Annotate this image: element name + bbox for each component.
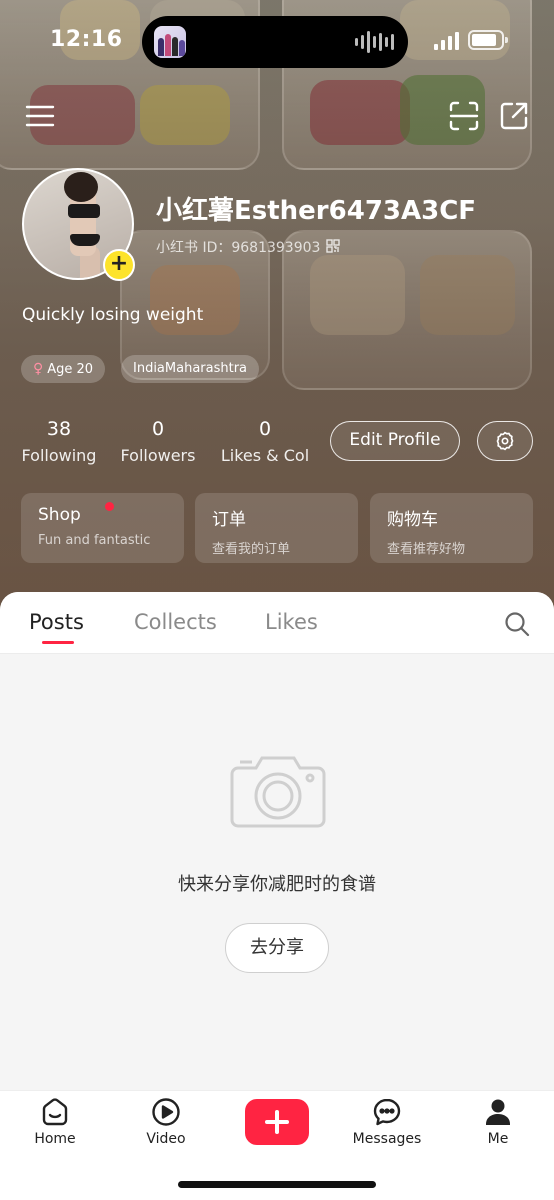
stat-likes-collects[interactable]: 0 Likes & Col	[215, 418, 315, 465]
stat-followers[interactable]: 0 Followers	[113, 418, 203, 465]
age-tag: ♀ Age 20	[21, 355, 106, 383]
stat-following-value: 38	[46, 418, 72, 440]
empty-state-message: 快来分享你减肥时的食谱	[178, 874, 376, 895]
profile-user-id: 小红书 ID：9681393903	[156, 240, 321, 256]
share-icon[interactable]	[498, 100, 530, 132]
cart-card[interactable]: 购物车 查看推荐好物	[370, 493, 533, 563]
stat-following-label: Following	[21, 446, 97, 465]
go-share-button[interactable]: 去分享	[225, 923, 329, 973]
home-icon	[42, 1098, 68, 1126]
female-icon: ♀	[33, 361, 44, 377]
tab-collects[interactable]: Collects	[134, 610, 217, 634]
video-icon	[152, 1098, 180, 1126]
nav-video-label: Video	[146, 1131, 186, 1147]
add-avatar-button[interactable]: +	[103, 249, 135, 281]
me-icon	[486, 1099, 510, 1125]
notification-dot	[105, 502, 114, 511]
orders-card-subtitle: 查看我的订单	[212, 542, 291, 557]
messages-icon	[373, 1098, 401, 1126]
stat-followers-label: Followers	[120, 446, 196, 465]
stat-likes-label: Likes & Col	[220, 446, 310, 465]
search-icon[interactable]	[504, 611, 530, 637]
active-tab-indicator	[42, 641, 74, 644]
nav-messages-label: Messages	[352, 1131, 422, 1147]
dynamic-island	[142, 16, 408, 68]
gear-icon	[496, 431, 514, 451]
nav-home[interactable]: Home	[10, 1097, 100, 1147]
profile-bio: Quickly losing weight	[22, 305, 204, 325]
location-tag: IndiaMaharashtra	[121, 355, 260, 383]
scan-icon[interactable]	[448, 100, 480, 132]
now-playing-app-icon	[154, 26, 186, 58]
orders-card[interactable]: 订单 查看我的订单	[195, 493, 358, 563]
settings-button[interactable]	[477, 421, 533, 461]
tab-likes[interactable]: Likes	[265, 610, 318, 634]
stat-likes-value: 0	[258, 418, 272, 440]
menu-icon[interactable]	[24, 100, 56, 132]
shop-card[interactable]: Shop Fun and fantastic	[21, 493, 184, 563]
content-sheet: Posts Collects Likes 快来分享你减肥时的食谱 去分享	[0, 592, 554, 1090]
status-time: 12:16	[50, 27, 123, 52]
nav-messages[interactable]: Messages	[342, 1097, 432, 1147]
edit-profile-button[interactable]: Edit Profile	[330, 421, 460, 461]
profile-tabs: Posts Collects Likes	[0, 592, 554, 654]
battery-icon	[468, 30, 508, 50]
shop-card-title: Shop	[38, 505, 81, 525]
cart-card-subtitle: 查看推荐好物	[387, 542, 466, 557]
create-post-button[interactable]	[245, 1099, 309, 1145]
nav-video[interactable]: Video	[121, 1097, 211, 1147]
stat-following[interactable]: 38 Following	[10, 418, 108, 465]
home-indicator	[178, 1181, 376, 1188]
shop-card-subtitle: Fun and fantastic	[38, 533, 151, 548]
stat-followers-value: 0	[151, 418, 165, 440]
nav-home-label: Home	[34, 1131, 76, 1147]
age-tag-label: Age 20	[47, 362, 94, 377]
nav-me[interactable]: Me	[453, 1097, 543, 1147]
nav-me-label: Me	[487, 1131, 509, 1147]
profile-nickname: 小红薯Esther6473A3CF	[156, 196, 477, 226]
orders-card-title: 订单	[212, 510, 246, 530]
cart-card-title: 购物车	[387, 510, 438, 530]
qr-code-icon[interactable]	[326, 238, 340, 253]
audio-waveform-icon	[355, 30, 394, 54]
tab-posts[interactable]: Posts	[29, 610, 84, 634]
signal-icon	[434, 32, 459, 50]
camera-icon	[230, 748, 326, 830]
